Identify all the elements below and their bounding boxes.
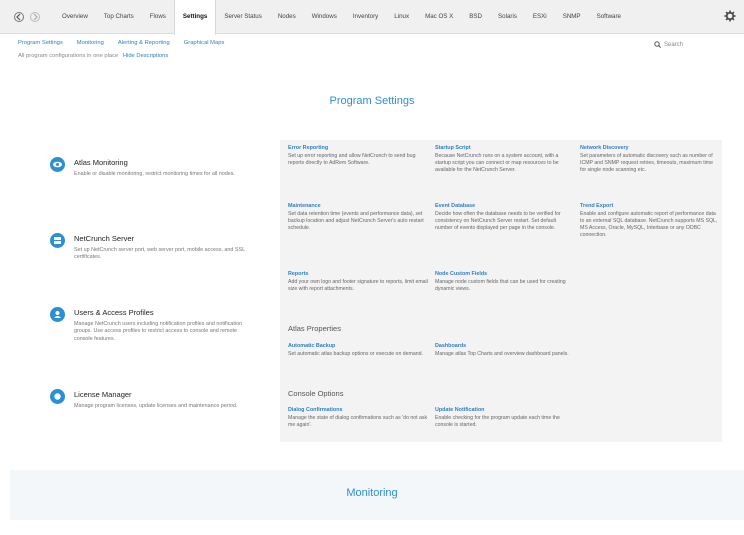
- setting-title: Reports: [288, 271, 309, 277]
- tab-top-charts[interactable]: Top Charts: [96, 0, 142, 34]
- setting-description: Set up error reporting and allow NetCrun…: [288, 153, 416, 166]
- setting-maintenance[interactable]: Maintenance Set data retention time (eve…: [288, 203, 428, 232]
- search-box[interactable]: Search: [654, 41, 683, 48]
- setting-startup-script[interactable]: Startup Script Because NetCrunch runs on…: [435, 145, 575, 174]
- main-tabs: Overview Top Charts Flows Settings Serve…: [54, 0, 629, 35]
- setting-description: Because NetCrunch runs on a system accou…: [435, 153, 559, 173]
- setting-network-discovery[interactable]: Network Discovery Set parameters of auto…: [580, 145, 720, 174]
- category-netcrunch-server[interactable]: NetCrunch Server Set up NetCrunch server…: [50, 233, 260, 263]
- tab-esxi[interactable]: ESXi: [525, 0, 555, 34]
- top-nav: Overview Top Charts Flows Settings Serve…: [0, 0, 744, 35]
- forward-button[interactable]: [30, 12, 40, 22]
- settings-panel: Error Reporting Set up error reporting a…: [280, 140, 722, 442]
- section-title-monitoring: Monitoring: [346, 487, 398, 499]
- back-arrow-icon: [16, 13, 21, 21]
- setting-automatic-backup[interactable]: Automatic Backup Set automatic atlas bac…: [288, 343, 428, 358]
- tab-software[interactable]: Software: [589, 0, 629, 34]
- setting-title: Error Reporting: [288, 145, 329, 151]
- setting-title: Update Notification: [435, 407, 485, 413]
- console-options-heading: Console Options: [288, 389, 344, 398]
- eye-icon: [50, 157, 65, 172]
- setting-description: Set data retention time (events and perf…: [288, 211, 424, 231]
- subnav-monitoring[interactable]: Monitoring: [77, 40, 104, 46]
- forward-arrow-icon: [33, 13, 38, 21]
- category-title: Users & Access Profiles: [74, 308, 154, 317]
- search-icon: [654, 41, 661, 48]
- subnav-graphical-maps[interactable]: Graphical Maps: [184, 40, 225, 46]
- setting-title: Dialog Confirmations: [288, 407, 343, 413]
- tab-inventory[interactable]: Inventory: [345, 0, 386, 34]
- setting-node-custom-fields[interactable]: Node Custom Fields Manage node custom fi…: [435, 271, 575, 293]
- setting-title: Startup Script: [435, 145, 471, 151]
- category-description: Manage NetCrunch users including notific…: [74, 321, 243, 342]
- hide-descriptions-link[interactable]: Hide Descriptions: [123, 53, 168, 59]
- tab-windows[interactable]: Windows: [304, 0, 345, 34]
- setting-title: Event Database: [435, 203, 476, 209]
- tab-linux[interactable]: Linux: [386, 0, 417, 34]
- page-description: All program configurations in one place …: [18, 53, 168, 59]
- setting-description: Set parameters of automatic discovery su…: [580, 153, 713, 173]
- tab-settings[interactable]: Settings: [173, 0, 217, 35]
- subnav-alerting-reporting[interactable]: Alerting & Reporting: [118, 40, 170, 46]
- setting-description: Set automatic atlas backup options or ex…: [288, 351, 423, 357]
- setting-description: Add your own logo and footer signature t…: [288, 279, 428, 292]
- tab-flows[interactable]: Flows: [142, 0, 174, 34]
- setting-title: Node Custom Fields: [435, 271, 488, 277]
- setting-dashboards[interactable]: Dashboards Manage atlas Top Charts and o…: [435, 343, 575, 358]
- monitoring-section: Monitoring: [10, 470, 744, 520]
- setting-title: Automatic Backup: [288, 343, 336, 349]
- setting-title: Trend Export: [580, 203, 614, 209]
- tab-server-status[interactable]: Server Status: [216, 0, 270, 34]
- setting-title: Dashboards: [435, 343, 467, 349]
- users-icon: [50, 307, 65, 322]
- setting-description: Enable and configure automatic report of…: [580, 211, 718, 238]
- setting-description: Manage atlas Top Charts and overview das…: [435, 351, 569, 357]
- subnav-program-settings[interactable]: Program Settings: [18, 40, 63, 46]
- setting-reports[interactable]: Reports Add your own logo and footer sig…: [288, 271, 428, 293]
- category-title: Atlas Monitoring: [74, 158, 128, 167]
- setting-trend-export[interactable]: Trend Export Enable and configure automa…: [580, 203, 720, 239]
- category-atlas-monitoring[interactable]: Atlas Monitoring Enable or disable monit…: [50, 157, 260, 187]
- atlas-properties-heading: Atlas Properties: [288, 324, 341, 333]
- category-description: Set up NetCrunch server port, web server…: [74, 247, 245, 261]
- license-icon: [50, 389, 65, 404]
- tab-bsd[interactable]: BSD: [461, 0, 490, 34]
- back-button[interactable]: [14, 12, 24, 22]
- server-icon: [50, 233, 65, 248]
- setting-error-reporting[interactable]: Error Reporting Set up error reporting a…: [288, 145, 428, 167]
- tab-snmp[interactable]: SNMP: [555, 0, 589, 34]
- settings-subnav: Program Settings Monitoring Alerting & R…: [18, 40, 238, 46]
- setting-description: Manage the state of dialog confirmations…: [288, 415, 428, 428]
- setting-description: Enable checking for the program update e…: [435, 415, 560, 428]
- description-text: All program configurations in one place: [18, 53, 119, 59]
- setting-event-database[interactable]: Event Database Decide how often the data…: [435, 203, 575, 232]
- setting-description: Decide how often the database needs to b…: [435, 211, 561, 231]
- category-description: Enable or disable monitoring, restrict m…: [74, 171, 235, 177]
- setting-description: Manage node custom fields that can be us…: [435, 279, 566, 292]
- setting-update-notification[interactable]: Update Notification Enable checking for …: [435, 407, 575, 429]
- tab-nodes[interactable]: Nodes: [270, 0, 304, 34]
- setting-title: Maintenance: [288, 203, 321, 209]
- category-description: Manage program licenses, update licenses…: [74, 403, 238, 409]
- setting-title: Network Discovery: [580, 145, 629, 151]
- category-title: License Manager: [74, 390, 132, 399]
- category-users-access-profiles[interactable]: Users & Access Profiles Manage NetCrunch…: [50, 307, 260, 347]
- search-input[interactable]: Search: [664, 42, 683, 48]
- category-title: NetCrunch Server: [74, 234, 135, 243]
- tab-overview[interactable]: Overview: [54, 0, 96, 34]
- section-title-program-settings: Program Settings: [329, 95, 415, 107]
- setting-dialog-confirmations[interactable]: Dialog Confirmations Manage the state of…: [288, 407, 428, 429]
- category-license-manager[interactable]: License Manager Manage program licenses,…: [50, 389, 260, 419]
- gear-icon[interactable]: [724, 10, 736, 22]
- tab-solaris[interactable]: Solaris: [490, 0, 525, 34]
- tab-mac-os-x[interactable]: Mac OS X: [417, 0, 461, 34]
